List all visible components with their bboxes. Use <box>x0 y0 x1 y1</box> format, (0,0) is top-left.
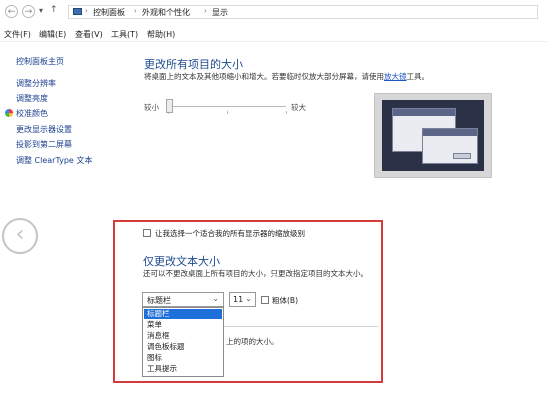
text-size-heading: 仅更改文本大小 <box>143 255 220 268</box>
description-suffix: 工具。 <box>406 72 430 81</box>
slider-max-label: 较大 <box>291 103 306 112</box>
breadcrumb-display[interactable]: 显示 <box>212 7 228 18</box>
back-icon[interactable]: ← <box>5 5 18 18</box>
color-calibration-icon <box>5 109 13 117</box>
menu-view[interactable]: 查看(V) <box>75 29 103 40</box>
text-size-description: 还可以不更改桌面上所有项目的大小，只更改指定项目的文本大小。 <box>143 269 368 278</box>
menu-file[interactable]: 文件(F) <box>4 29 31 40</box>
partially-hidden-text: 上的项的大小。 <box>226 337 279 346</box>
dropdown-option-title-bar[interactable]: 标题栏 <box>144 309 222 319</box>
forward-icon[interactable]: → <box>22 5 35 18</box>
slider-tick <box>286 111 287 114</box>
bold-label[interactable]: 粗体(B) <box>272 295 298 306</box>
description-prefix: 将桌面上的文本及其他项缩小和增大。若要临时仅放大部分屏幕，请使用 <box>144 72 384 81</box>
element-dropdown-list: 标题栏 菜单 消息框 调色板标题 图标 工具提示 <box>142 307 224 377</box>
dropdown-option-icon[interactable]: 图标 <box>144 353 222 363</box>
chevron-left-icon[interactable]: ‹ <box>2 218 38 254</box>
breadcrumb-appearance[interactable]: 外观和个性化 <box>142 7 190 18</box>
address-bar[interactable]: › 控制面板 › 外观和个性化 › 显示 <box>68 5 538 19</box>
dropdown-option-message-box[interactable]: 消息框 <box>144 331 222 341</box>
divider <box>224 326 378 327</box>
page-title: 更改所有项目的大小 <box>144 58 243 71</box>
recent-locations-icon[interactable]: ▾ <box>39 6 43 15</box>
bold-checkbox[interactable] <box>261 296 269 304</box>
sidebar-item-cleartype[interactable]: 调整 ClearType 文本 <box>16 155 92 166</box>
font-size-select[interactable]: 11 ⌄ <box>229 292 256 307</box>
preview-button <box>453 153 471 159</box>
preview-titlebar <box>393 109 455 116</box>
preview-desktop <box>382 100 484 171</box>
chevron-down-icon: ⌄ <box>212 294 219 303</box>
sidebar-item-brightness[interactable]: 调整亮度 <box>16 93 48 104</box>
magnifier-link[interactable]: 放大镜 <box>384 72 407 81</box>
menu-help[interactable]: 帮助(H) <box>147 29 175 40</box>
dropdown-option-tooltip[interactable]: 工具提示 <box>144 364 222 374</box>
custom-scaling-label[interactable]: 让我选择一个适合我的所有显示器的缩放级别 <box>155 228 305 239</box>
dropdown-option-menu[interactable]: 菜单 <box>144 320 222 330</box>
sidebar-item-control-panel-home[interactable]: 控制面板主页 <box>16 56 64 67</box>
size-slider-track[interactable] <box>168 106 286 107</box>
display-preview <box>374 93 492 178</box>
element-select-value: 标题栏 <box>147 296 171 305</box>
font-size-value: 11 <box>233 295 244 304</box>
sidebar-item-resolution[interactable]: 调整分辨率 <box>16 78 56 89</box>
sidebar-item-calibrate-color[interactable]: 校准颜色 <box>16 108 48 119</box>
size-slider-thumb[interactable] <box>166 99 173 113</box>
preview-titlebar <box>423 129 477 136</box>
preview-window <box>422 128 478 164</box>
up-icon[interactable]: ↑ <box>50 5 58 15</box>
sidebar-item-display-settings[interactable]: 更改显示器设置 <box>16 124 72 135</box>
sidebar-item-project[interactable]: 投影到第二屏幕 <box>16 139 72 150</box>
breadcrumb-separator: › <box>204 7 207 15</box>
size-description: 将桌面上的文本及其他项缩小和增大。若要临时仅放大部分屏幕，请使用放大镜工具。 <box>144 71 429 82</box>
dropdown-option-palette-title[interactable]: 调色板标题 <box>144 342 222 352</box>
breadcrumb-control-panel[interactable]: 控制面板 <box>93 7 125 18</box>
chevron-down-icon: ⌄ <box>245 294 252 303</box>
slider-tick <box>227 111 228 114</box>
slider-min-label: 较小 <box>144 103 159 112</box>
address-bar-area: ← → ▾ ↑ › 控制面板 › 外观和个性化 › 显示 <box>0 0 548 27</box>
breadcrumb-separator: › <box>85 7 88 15</box>
custom-scaling-checkbox[interactable] <box>143 229 151 237</box>
menu-edit[interactable]: 编辑(E) <box>39 29 66 40</box>
element-select[interactable]: 标题栏 ⌄ <box>142 292 224 307</box>
menu-tools[interactable]: 工具(T) <box>111 29 138 40</box>
control-panel-icon <box>73 8 82 15</box>
breadcrumb-separator: › <box>134 7 137 15</box>
menu-bar: 文件(F) 编辑(E) 查看(V) 工具(T) 帮助(H) <box>0 27 548 42</box>
